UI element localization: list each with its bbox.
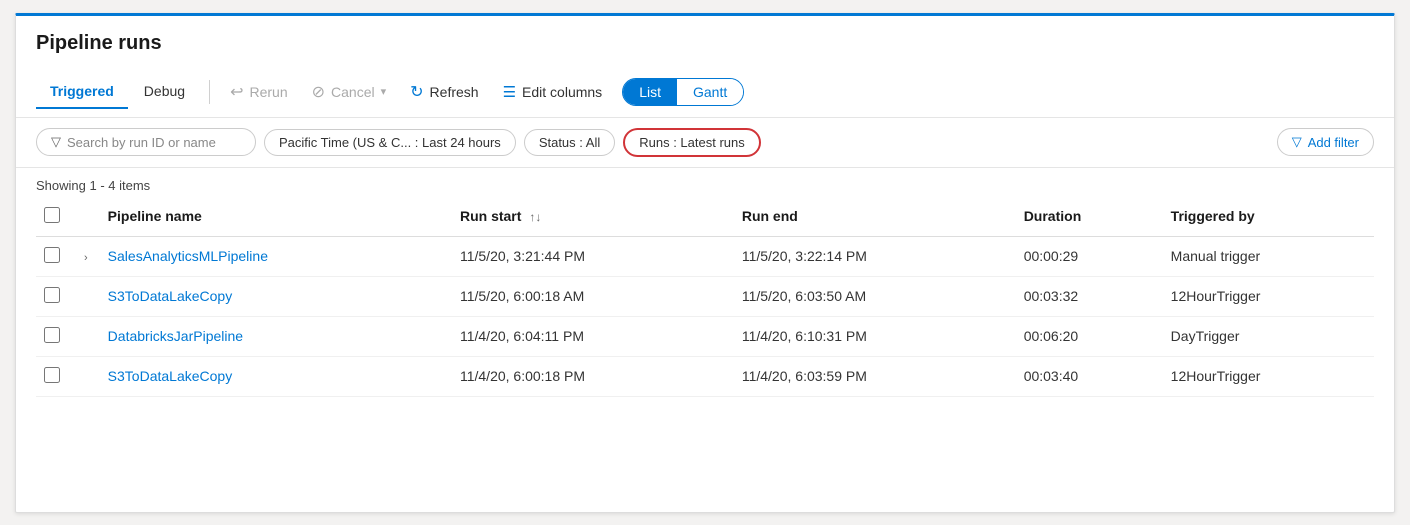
time-filter-label: Pacific Time (US & C... : Last 24 hours	[279, 135, 501, 150]
triggered-by-cell: DayTrigger	[1163, 316, 1374, 356]
col-run-end: Run end	[734, 197, 1016, 237]
tab-triggered[interactable]: Triggered	[36, 75, 128, 109]
view-toggle: List Gantt	[622, 78, 744, 106]
select-all-checkbox[interactable]	[44, 207, 60, 223]
rerun-label: Rerun	[249, 84, 287, 100]
toolbar: Triggered Debug ↩ Rerun ⊘ Cancel ▾ ↻ Ref…	[16, 67, 1394, 118]
page-title: Pipeline runs	[16, 16, 1394, 67]
col-triggered-by: Triggered by	[1163, 197, 1374, 237]
col-run-start[interactable]: Run start ↑↓	[452, 197, 734, 237]
run-end-cell: 11/5/20, 3:22:14 PM	[734, 236, 1016, 276]
pipeline-runs-panel: Pipeline runs Triggered Debug ↩ Rerun ⊘ …	[15, 13, 1395, 513]
duration-cell: 00:03:32	[1016, 276, 1163, 316]
triggered-by-cell: 12HourTrigger	[1163, 356, 1374, 396]
refresh-icon: ↻	[410, 82, 423, 102]
table-row: S3ToDataLakeCopy 11/4/20, 6:00:18 PM11/4/…	[36, 356, 1374, 396]
run-end-cell: 11/4/20, 6:10:31 PM	[734, 316, 1016, 356]
table-container: Pipeline name Run start ↑↓ Run end Durat…	[16, 197, 1394, 417]
status-filter-label: Status : All	[539, 135, 600, 150]
run-start-cell: 11/4/20, 6:04:11 PM	[452, 316, 734, 356]
search-placeholder: Search by run ID or name	[67, 135, 216, 150]
duration-cell: 00:06:20	[1016, 316, 1163, 356]
gantt-view-button[interactable]: Gantt	[677, 79, 743, 105]
triggered-by-cell: Manual trigger	[1163, 236, 1374, 276]
row-checkbox[interactable]	[44, 367, 60, 383]
table-row: › SalesAnalyticsMLPipeline 11/5/20, 3:21:4…	[36, 236, 1374, 276]
tab-debug[interactable]: Debug	[130, 75, 199, 109]
runs-filter-label: Runs : Latest runs	[639, 135, 745, 150]
run-start-cell: 11/5/20, 6:00:18 AM	[452, 276, 734, 316]
row-checkbox[interactable]	[44, 287, 60, 303]
expand-col	[72, 197, 100, 237]
pipeline-name-link[interactable]: S3ToDataLakeCopy	[108, 368, 233, 384]
col-pipeline-name: Pipeline name	[100, 197, 452, 237]
col-duration: Duration	[1016, 197, 1163, 237]
run-end-cell: 11/5/20, 6:03:50 AM	[734, 276, 1016, 316]
time-filter[interactable]: Pacific Time (US & C... : Last 24 hours	[264, 129, 516, 156]
refresh-button[interactable]: ↻ Refresh	[398, 76, 490, 108]
pipeline-name-link[interactable]: DatabricksJarPipeline	[108, 328, 243, 344]
table-row: S3ToDataLakeCopy 11/5/20, 6:00:18 AM11/5/…	[36, 276, 1374, 316]
rerun-icon: ↩	[230, 82, 243, 102]
run-end-cell: 11/4/20, 6:03:59 PM	[734, 356, 1016, 396]
pipeline-name-link[interactable]: S3ToDataLakeCopy	[108, 288, 233, 304]
list-view-button[interactable]: List	[623, 79, 677, 105]
run-start-cell: 11/4/20, 6:00:18 PM	[452, 356, 734, 396]
filter-icon: ▽	[51, 134, 61, 150]
expand-button[interactable]: ›	[80, 250, 92, 266]
row-checkbox[interactable]	[44, 247, 60, 263]
add-filter-button[interactable]: ▽ Add filter	[1277, 128, 1374, 156]
tab-divider	[209, 80, 210, 104]
edit-columns-label: Edit columns	[522, 84, 602, 100]
table-row: DatabricksJarPipeline 11/4/20, 6:04:11 PM…	[36, 316, 1374, 356]
select-all-col	[36, 197, 72, 237]
table-header-row: Pipeline name Run start ↑↓ Run end Durat…	[36, 197, 1374, 237]
edit-columns-button[interactable]: ☰ Edit columns	[491, 77, 615, 107]
cancel-button[interactable]: ⊘ Cancel ▾	[300, 76, 399, 108]
row-checkbox[interactable]	[44, 327, 60, 343]
search-filter[interactable]: ▽ Search by run ID or name	[36, 128, 256, 156]
pipeline-name-link[interactable]: SalesAnalyticsMLPipeline	[108, 248, 268, 264]
rerun-button[interactable]: ↩ Rerun	[218, 76, 300, 108]
edit-columns-icon: ☰	[503, 83, 516, 101]
table-body: › SalesAnalyticsMLPipeline 11/5/20, 3:21:4…	[36, 236, 1374, 396]
refresh-label: Refresh	[430, 84, 479, 100]
triggered-by-cell: 12HourTrigger	[1163, 276, 1374, 316]
add-filter-label: Add filter	[1308, 135, 1359, 150]
duration-cell: 00:03:40	[1016, 356, 1163, 396]
pipeline-runs-table: Pipeline name Run start ↑↓ Run end Durat…	[36, 197, 1374, 397]
cancel-dropdown-icon: ▾	[381, 85, 387, 98]
cancel-label: Cancel	[331, 84, 375, 100]
status-filter[interactable]: Status : All	[524, 129, 615, 156]
runs-filter[interactable]: Runs : Latest runs	[623, 128, 761, 157]
add-filter-icon: ▽	[1292, 134, 1302, 150]
sort-icon: ↑↓	[529, 210, 541, 224]
cancel-icon: ⊘	[312, 82, 325, 102]
showing-text: Showing 1 - 4 items	[16, 168, 1394, 197]
run-start-cell: 11/5/20, 3:21:44 PM	[452, 236, 734, 276]
filters-row: ▽ Search by run ID or name Pacific Time …	[16, 118, 1394, 168]
duration-cell: 00:00:29	[1016, 236, 1163, 276]
